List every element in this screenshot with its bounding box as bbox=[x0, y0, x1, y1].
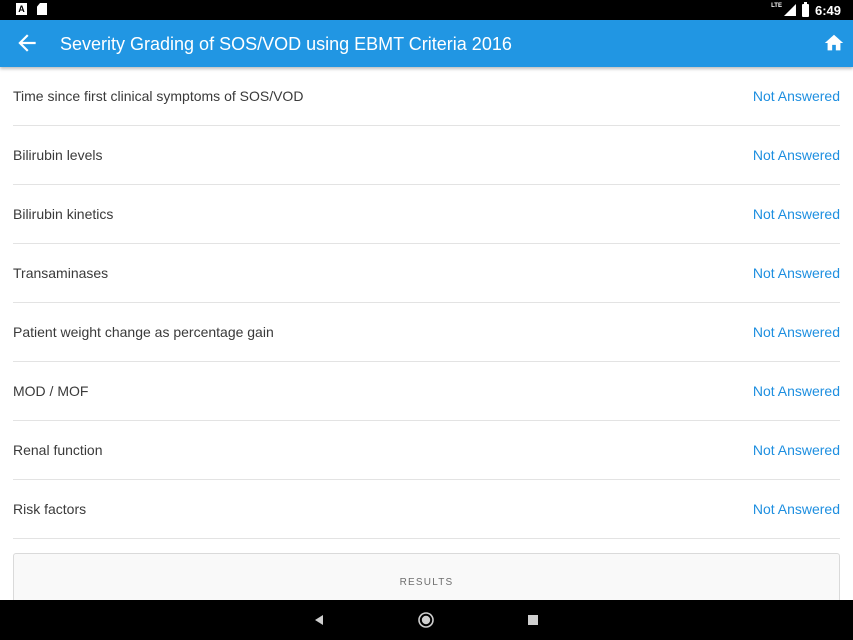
criterion-label: Renal function bbox=[13, 442, 103, 458]
criterion-status: Not Answered bbox=[752, 88, 840, 104]
criterion-label: Transaminases bbox=[13, 265, 109, 281]
nav-back-button[interactable] bbox=[309, 610, 329, 630]
criterion-row-renal-function[interactable]: Renal function Not Answered bbox=[13, 421, 840, 480]
criterion-label: Bilirubin levels bbox=[13, 147, 103, 163]
app-bar: Severity Grading of SOS/VOD using EBMT C… bbox=[0, 20, 853, 67]
criterion-status: Not Answered bbox=[752, 442, 840, 458]
status-bar: A LTE 6:49 bbox=[0, 0, 853, 20]
criterion-label: Patient weight change as percentage gain bbox=[13, 324, 274, 340]
results-button[interactable]: RESULTS bbox=[13, 553, 840, 600]
criteria-content: Time since first clinical symptoms of SO… bbox=[0, 67, 853, 600]
sd-card-icon bbox=[37, 3, 47, 15]
criterion-status: Not Answered bbox=[752, 324, 840, 340]
criterion-label: Time since first clinical symptoms of SO… bbox=[13, 88, 304, 104]
back-button[interactable] bbox=[14, 30, 40, 56]
criteria-list: Time since first clinical symptoms of SO… bbox=[13, 67, 840, 539]
arrow-left-icon bbox=[18, 34, 36, 52]
results-label: RESULTS bbox=[399, 577, 454, 588]
criterion-row-risk-factors[interactable]: Risk factors Not Answered bbox=[13, 480, 840, 539]
criterion-row-weight-change[interactable]: Patient weight change as percentage gain… bbox=[13, 303, 840, 362]
clock-time: 6:49 bbox=[814, 2, 841, 18]
criterion-status: Not Answered bbox=[752, 383, 840, 399]
home-icon bbox=[824, 34, 844, 51]
criterion-status: Not Answered bbox=[752, 265, 840, 281]
criterion-row-time-since-symptoms[interactable]: Time since first clinical symptoms of SO… bbox=[13, 67, 840, 126]
nav-recents-button[interactable] bbox=[523, 610, 543, 630]
triangle-back-icon bbox=[315, 615, 323, 625]
system-indicators: LTE 6:49 bbox=[771, 1, 841, 18]
battery-icon bbox=[801, 1, 809, 17]
circle-home-icon bbox=[418, 612, 434, 628]
criterion-status: Not Answered bbox=[752, 501, 840, 517]
home-button[interactable] bbox=[823, 32, 845, 54]
criterion-row-transaminases[interactable]: Transaminases Not Answered bbox=[13, 244, 840, 303]
criterion-row-bilirubin-kinetics[interactable]: Bilirubin kinetics Not Answered bbox=[13, 185, 840, 244]
notification-icons: A bbox=[16, 3, 47, 15]
criterion-row-bilirubin-levels[interactable]: Bilirubin levels Not Answered bbox=[13, 126, 840, 185]
criterion-label: Risk factors bbox=[13, 501, 87, 517]
criterion-row-mod-mof[interactable]: MOD / MOF Not Answered bbox=[13, 362, 840, 421]
system-navigation-bar bbox=[0, 600, 853, 640]
criterion-status: Not Answered bbox=[752, 147, 840, 163]
signal-icon bbox=[783, 4, 796, 16]
page-title: Severity Grading of SOS/VOD using EBMT C… bbox=[60, 34, 512, 54]
network-type-label: LTE bbox=[771, 3, 782, 9]
a-icon: A bbox=[16, 3, 27, 15]
nav-home-button[interactable] bbox=[416, 610, 436, 630]
criterion-label: MOD / MOF bbox=[13, 383, 89, 399]
criterion-status: Not Answered bbox=[752, 206, 840, 222]
square-recents-icon bbox=[528, 615, 538, 625]
criterion-label: Bilirubin kinetics bbox=[13, 206, 114, 222]
